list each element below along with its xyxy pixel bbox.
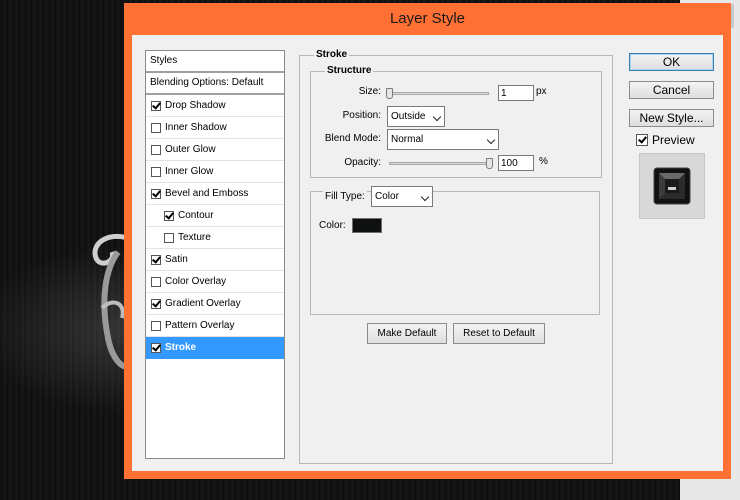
style-item-satin[interactable]: Satin: [146, 249, 284, 271]
style-item-label: Inner Shadow: [165, 122, 227, 133]
style-item-label: Gradient Overlay: [165, 298, 241, 309]
position-label: Position:: [342, 110, 381, 121]
style-item-checkbox[interactable]: [151, 100, 161, 111]
stroke-group: Stroke Structure Size: px Position: Outs…: [299, 49, 613, 464]
chevron-down-icon: [486, 135, 496, 145]
style-item-label: Satin: [165, 254, 188, 265]
style-item-label: Inner Glow: [165, 166, 214, 177]
ok-button[interactable]: OK: [629, 53, 714, 71]
blending-options-item[interactable]: Blending Options: Default: [146, 73, 284, 95]
size-input[interactable]: [498, 85, 534, 101]
style-item-checkbox[interactable]: [164, 232, 174, 243]
style-item-checkbox[interactable]: [151, 188, 161, 199]
blend-mode-select[interactable]: Normal: [387, 129, 499, 150]
style-item-inner-shadow[interactable]: Inner Shadow: [146, 117, 284, 139]
style-item-pattern-overlay[interactable]: Pattern Overlay: [146, 315, 284, 337]
style-item-label: Drop Shadow: [165, 100, 226, 111]
size-unit: px: [536, 86, 547, 97]
fill-type-label: Fill Type:: [323, 191, 367, 202]
style-item-color-overlay[interactable]: Color Overlay: [146, 271, 284, 293]
preview-toggle[interactable]: Preview: [636, 133, 695, 147]
reset-to-default-button[interactable]: Reset to Default: [453, 323, 545, 344]
style-item-label: Contour: [178, 210, 214, 221]
style-item-texture[interactable]: Texture: [146, 227, 284, 249]
fill-group: Fill Type: Color Color:: [310, 186, 600, 315]
style-item-checkbox[interactable]: [151, 254, 161, 265]
style-item-label: Texture: [178, 232, 211, 243]
style-item-drop-shadow[interactable]: Drop Shadow: [146, 95, 284, 117]
fill-type-select-value: Color: [375, 191, 399, 202]
stroke-group-title: Stroke: [314, 49, 350, 60]
style-item-checkbox[interactable]: [164, 210, 174, 221]
styles-header[interactable]: Styles: [146, 51, 284, 73]
stroke-color-swatch[interactable]: [352, 218, 382, 233]
style-item-label: Pattern Overlay: [165, 320, 235, 331]
style-item-label: Outer Glow: [165, 144, 216, 155]
style-item-outer-glow[interactable]: Outer Glow: [146, 139, 284, 161]
dialog-client-area: Styles Blending Options: Default Drop Sh…: [132, 35, 723, 471]
style-item-inner-glow[interactable]: Inner Glow: [146, 161, 284, 183]
style-item-checkbox[interactable]: [151, 298, 161, 309]
style-item-bevel-and-emboss[interactable]: Bevel and Emboss: [146, 183, 284, 205]
style-item-label: Stroke: [165, 342, 197, 353]
style-item-checkbox[interactable]: [151, 276, 161, 287]
structure-group-title: Structure: [325, 65, 374, 76]
chevron-down-icon: [432, 112, 442, 122]
style-item-checkbox[interactable]: [151, 320, 161, 331]
structure-group: Structure Size: px Position: Outside Ble…: [310, 65, 602, 178]
size-slider-thumb[interactable]: [386, 88, 393, 99]
dialog-title: Layer Style: [389, 10, 466, 27]
style-item-stroke[interactable]: Stroke: [146, 337, 284, 359]
style-item-gradient-overlay[interactable]: Gradient Overlay: [146, 293, 284, 315]
preview-label: Preview: [652, 133, 695, 147]
style-item-label: Color Overlay: [165, 276, 227, 287]
opacity-label: Opacity:: [344, 157, 381, 168]
fill-type-select[interactable]: Color: [371, 186, 433, 207]
style-items-container: Drop Shadow Inner Shadow Outer Glow Inner G…: [146, 95, 284, 359]
opacity-slider-track[interactable]: [389, 162, 489, 165]
color-label: Color:: [319, 220, 346, 231]
blend-mode-label: Blend Mode:: [324, 133, 381, 144]
make-default-button[interactable]: Make Default: [367, 323, 447, 344]
style-item-checkbox[interactable]: [151, 342, 161, 353]
layer-style-dialog: Layer Style Styles Blending Options: Def…: [124, 3, 731, 479]
size-slider-track[interactable]: [389, 92, 489, 95]
chevron-down-icon: [420, 192, 430, 202]
styles-list: Styles Blending Options: Default Drop Sh…: [145, 50, 285, 459]
style-item-checkbox[interactable]: [151, 122, 161, 133]
new-style-button[interactable]: New Style...: [629, 109, 714, 127]
style-item-label: Bevel and Emboss: [165, 188, 249, 199]
style-item-checkbox[interactable]: [151, 166, 161, 177]
position-select-value: Outside: [391, 111, 426, 122]
style-item-checkbox[interactable]: [151, 144, 161, 155]
preview-bevel-square-icon: [653, 167, 691, 205]
opacity-slider-thumb[interactable]: [486, 158, 493, 169]
cancel-button[interactable]: Cancel: [629, 81, 714, 99]
position-select[interactable]: Outside: [387, 106, 445, 127]
preview-checkbox[interactable]: [636, 134, 648, 146]
opacity-unit: %: [539, 156, 548, 167]
blend-mode-select-value: Normal: [391, 134, 424, 145]
style-preview-thumbnail: [639, 153, 705, 219]
opacity-input[interactable]: [498, 155, 534, 171]
style-item-contour[interactable]: Contour: [146, 205, 284, 227]
size-label: Size:: [358, 86, 381, 97]
